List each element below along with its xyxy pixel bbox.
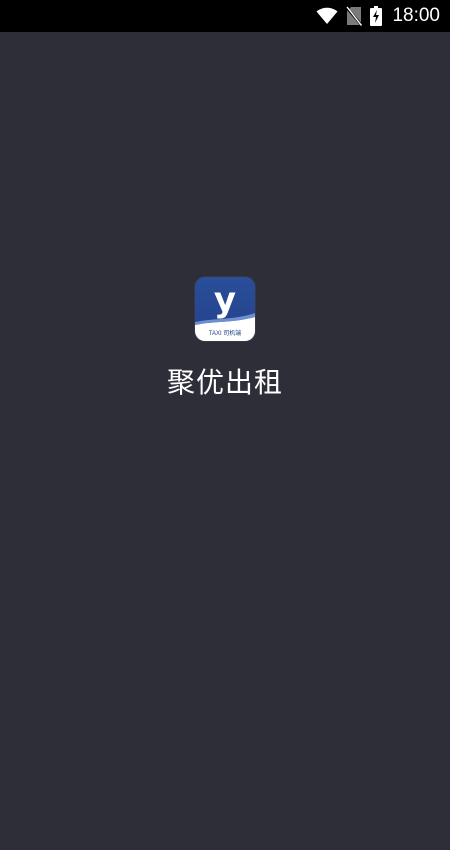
status-icons: 18:00: [316, 4, 440, 28]
splash-content: y TAXI 司机端 聚优出租: [0, 277, 450, 401]
status-bar: 18:00: [0, 0, 450, 32]
app-logo: y TAXI 司机端: [195, 277, 255, 341]
wifi-icon: [316, 7, 338, 25]
app-name: 聚优出租: [166, 366, 283, 399]
no-sim-icon: [346, 6, 363, 26]
splash-screen: 18:00 y TAXI 司机端 聚优出租: [0, 0, 450, 850]
status-time: 18:00: [392, 5, 440, 26]
logo-caption: TAXI 司机端: [208, 331, 242, 337]
logo-letter: y: [214, 280, 236, 320]
battery-charging-icon: [370, 6, 383, 26]
